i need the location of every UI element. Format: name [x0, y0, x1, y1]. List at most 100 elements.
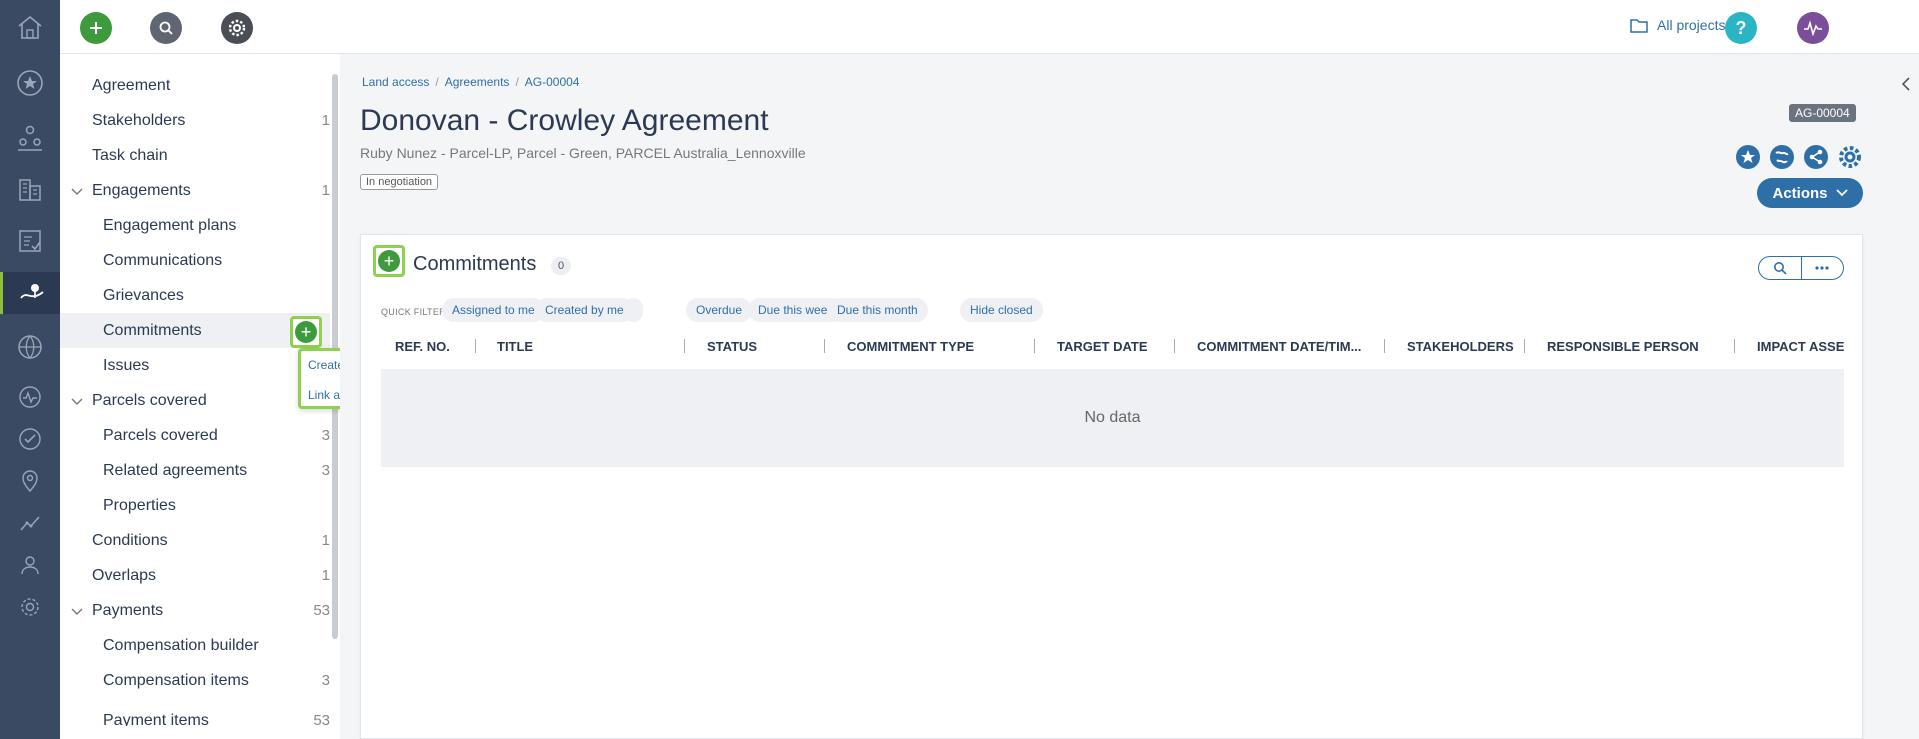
nav-compensation-builder[interactable]: Compensation builder: [60, 628, 330, 663]
column-resizer[interactable]: [1034, 339, 1035, 353]
nav-overlaps[interactable]: Overlaps 1: [60, 558, 330, 593]
column-resizer[interactable]: [1174, 339, 1175, 353]
settings-icon[interactable]: [0, 588, 60, 626]
column-resizer[interactable]: [475, 339, 476, 353]
share-icon[interactable]: [1803, 144, 1829, 170]
chevron-down-icon: [71, 608, 83, 615]
filter-overdue[interactable]: Overdue: [686, 298, 753, 322]
nav-properties[interactable]: Properties: [60, 488, 330, 523]
column-resizer[interactable]: [1734, 339, 1735, 353]
folder-icon: [1630, 18, 1648, 33]
gear-icon[interactable]: [1837, 144, 1863, 170]
column-resizer[interactable]: [1384, 339, 1385, 353]
nav-grievances[interactable]: Grievances: [60, 278, 330, 313]
link-existing-record-item[interactable]: Link an existing record: [308, 388, 340, 402]
column-commitment-date[interactable]: COMMITMENT DATE/TIM...: [1197, 339, 1361, 354]
nav-count: 53: [313, 712, 330, 726]
filter-assigned-to-me[interactable]: Assigned to me: [442, 298, 545, 322]
card-more-button[interactable]: [1802, 257, 1844, 279]
breadcrumb-record[interactable]: AG-00004: [525, 75, 580, 89]
plus-icon: [90, 22, 102, 34]
nav-payments[interactable]: Payments 53: [60, 593, 330, 628]
filter-due-this-month[interactable]: Due this month: [827, 298, 928, 322]
column-target-date[interactable]: TARGET DATE: [1057, 339, 1148, 354]
chevron-left-icon[interactable]: [1900, 76, 1912, 92]
breadcrumb-land-access[interactable]: Land access: [362, 75, 429, 89]
buildings-icon[interactable]: [0, 170, 60, 208]
page-subtitle: Ruby Nunez - Parcel-LP, Parcel - Green, …: [360, 145, 806, 161]
nav-label: Task chain: [92, 146, 168, 164]
nav-related-agreements[interactable]: Related agreements 3: [60, 453, 330, 488]
nav-payment-items[interactable]: Payment items 53: [60, 698, 330, 726]
home-icon[interactable]: [0, 8, 60, 46]
nav-parcels-covered[interactable]: Parcels covered 3: [60, 418, 330, 453]
nav-engagement-plans[interactable]: Engagement plans: [60, 208, 330, 243]
nav-communications[interactable]: Communications: [60, 243, 330, 278]
actions-dropdown[interactable]: Actions: [1757, 178, 1863, 208]
nav-engagements[interactable]: Engagements 1: [60, 173, 330, 208]
nav-parcels-covered-group[interactable]: Parcels covered: [60, 383, 330, 418]
settings-button[interactable]: [221, 12, 253, 44]
column-resizer[interactable]: [824, 339, 825, 353]
trend-icon[interactable]: [0, 504, 60, 542]
breadcrumb-agreements[interactable]: Agreements: [445, 75, 510, 89]
more-icon: [1815, 266, 1829, 270]
column-status[interactable]: STATUS: [707, 339, 757, 354]
nav-label: Overlaps: [92, 566, 157, 584]
land-access-icon[interactable]: [0, 272, 60, 314]
nav-count: 1: [321, 112, 330, 129]
stakeholders-icon[interactable]: [0, 118, 60, 156]
nav-label: Issues: [103, 356, 150, 374]
check-circle-icon[interactable]: [0, 420, 60, 458]
globe-icon[interactable]: [0, 328, 60, 366]
favorite-star-icon[interactable]: [1735, 144, 1761, 170]
nav-issues[interactable]: Issues: [60, 348, 330, 383]
filter-placeholder: [623, 298, 643, 322]
pulse-icon: [1804, 20, 1822, 36]
nav-task-chain[interactable]: Task chain: [60, 138, 330, 173]
nav-count: 1: [321, 182, 330, 199]
filter-created-by-me[interactable]: Created by me: [535, 298, 634, 322]
nav-label: Commitments: [103, 321, 202, 339]
nav-agreement[interactable]: Agreement: [60, 68, 330, 103]
add-record-menu: Create a new record Link an existing rec…: [298, 348, 340, 409]
all-projects-link[interactable]: All projects: [1630, 17, 1725, 33]
activity-icon[interactable]: [0, 378, 60, 416]
column-resizer[interactable]: [684, 339, 685, 353]
user-icon[interactable]: [0, 546, 60, 584]
chevron-down-icon: [71, 398, 83, 405]
icon-rail: [0, 0, 60, 739]
column-impact-assessment[interactable]: IMPACT ASSE: [1757, 339, 1844, 354]
map-globe-icon[interactable]: [1769, 144, 1795, 170]
search-button[interactable]: [150, 12, 182, 44]
nav-label: Payment items: [103, 712, 209, 726]
documents-check-icon[interactable]: [0, 222, 60, 260]
add-commitment-nav-button[interactable]: +: [290, 316, 322, 348]
help-button[interactable]: ?: [1725, 12, 1757, 44]
nav-label: Agreement: [92, 76, 171, 94]
column-commitment-type[interactable]: COMMITMENT TYPE: [847, 339, 974, 354]
commitments-card: + Commitments 0 QUICK FILTERS: Assigned …: [360, 234, 1863, 739]
favorites-icon[interactable]: [0, 64, 60, 102]
nav-compensation-items[interactable]: Compensation items 3: [60, 663, 330, 698]
create-new-record-item[interactable]: Create a new record: [308, 358, 340, 372]
nav-count: 1: [321, 532, 330, 549]
nav-count: 53: [313, 602, 330, 619]
column-title[interactable]: TITLE: [497, 339, 533, 354]
column-resizer[interactable]: [1524, 339, 1525, 353]
column-stakeholders[interactable]: STAKEHOLDERS: [1407, 339, 1514, 354]
nav-label: Properties: [103, 496, 176, 514]
add-commitment-button[interactable]: +: [373, 245, 405, 277]
all-projects-label: All projects: [1657, 17, 1726, 33]
activity-button[interactable]: [1797, 12, 1829, 44]
nav-count: 1: [321, 567, 330, 584]
location-pin-icon[interactable]: [0, 462, 60, 500]
empty-state-text: No data: [1084, 409, 1141, 426]
add-button[interactable]: [80, 12, 112, 44]
card-search-button[interactable]: [1759, 257, 1802, 279]
filter-hide-closed[interactable]: Hide closed: [960, 298, 1043, 322]
nav-conditions[interactable]: Conditions 1: [60, 523, 330, 558]
nav-stakeholders[interactable]: Stakeholders 1: [60, 103, 330, 138]
column-responsible-person[interactable]: RESPONSIBLE PERSON: [1547, 339, 1699, 354]
column-ref-no[interactable]: REF. NO.: [395, 339, 450, 354]
